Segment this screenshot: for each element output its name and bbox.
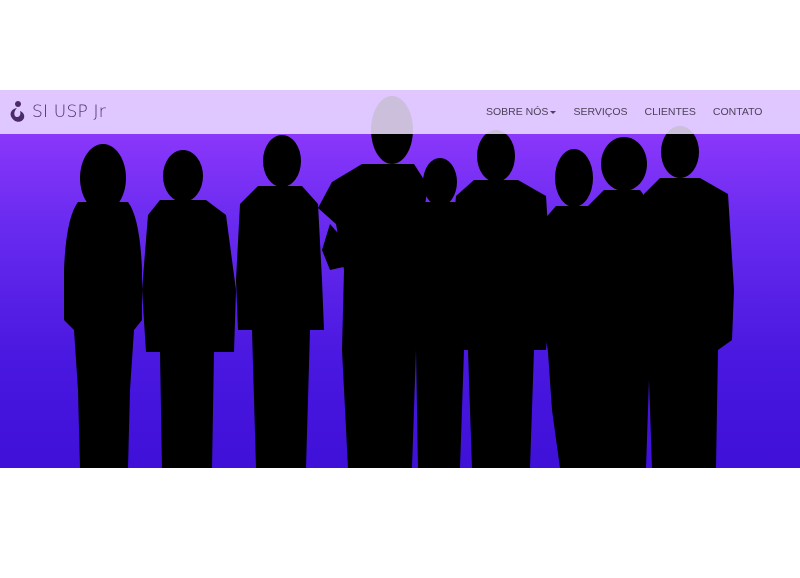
team-silhouettes-image [64,96,734,468]
si-logo-icon [10,101,25,122]
nav-item-label: CONTATO [712,106,763,118]
nav-item-label: SERVIÇOS [573,106,628,118]
nav-item-clientes[interactable]: CLIENTES [645,106,696,118]
nav-item-label: SOBRE NÓS [486,106,549,118]
nav-item-contato[interactable]: CONTATO [713,106,763,118]
top-navbar: SI USP Jr SOBRE NÓS SERVIÇOS CLIENTES CO… [0,90,800,134]
nav-item-servicos[interactable]: SERVIÇOS [573,106,627,118]
nav-item-label: CLIENTES [644,106,696,118]
hero-banner [0,90,800,468]
brand-link[interactable]: SI USP Jr [8,98,106,126]
main-nav: SOBRE NÓS SERVIÇOS CLIENTES CONTATO [486,90,762,134]
nav-item-sobre-nos[interactable]: SOBRE NÓS [486,106,557,118]
brand-name: SI USP Jr [32,102,106,122]
caret-down-icon [550,110,557,114]
